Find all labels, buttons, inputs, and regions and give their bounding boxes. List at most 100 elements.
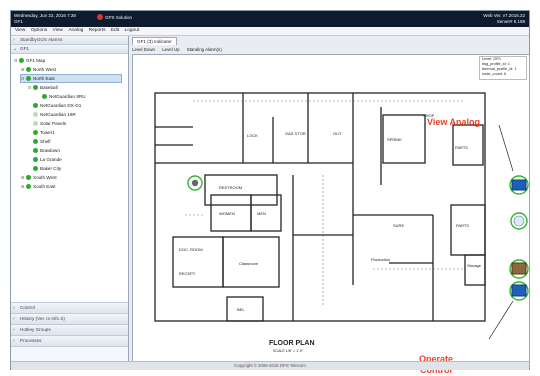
led-green-icon xyxy=(33,103,38,109)
tree-label: Baseball xyxy=(40,85,58,90)
room-label: GAS STOR xyxy=(285,131,306,136)
floor-plan-title: FLOOR PLAN xyxy=(269,340,315,347)
tree-node-tower1[interactable]: Tower1 xyxy=(33,129,55,136)
tree-label: Bowdown xyxy=(40,148,60,153)
brand-label: GPS Solution xyxy=(105,14,133,20)
user-label: GF1 xyxy=(14,18,23,24)
room-label: OUT xyxy=(333,131,342,136)
tree-node-shelf[interactable]: Shelf xyxy=(33,138,50,145)
led-green-icon xyxy=(26,175,31,181)
chevron-right-icon: › xyxy=(13,305,15,311)
section-hotkey-groups[interactable]: › Hotkey Groups xyxy=(11,325,128,336)
section-processes[interactable]: › Processes xyxy=(11,336,128,347)
app-window: Wednesday, Jun 22, 2016 7:38 GF1 GPS Sol… xyxy=(10,10,530,375)
tree-label: Solar Panels xyxy=(40,121,67,126)
chevron-right-icon: › xyxy=(13,327,15,333)
tree-label: South East xyxy=(33,184,56,189)
room-label: RESTROOM xyxy=(219,185,242,190)
menu-analog[interactable]: Analog xyxy=(68,27,83,35)
tree-node-baseball[interactable]: ⊟ Baseball xyxy=(28,84,58,91)
section-label: StandbyGOS Alarms xyxy=(20,37,63,42)
tab-strip: GF1 (3) Indicator xyxy=(132,37,177,45)
tree-node-gf1-map[interactable]: ⊟ GF1 Map xyxy=(14,57,45,64)
tree-node-north-west[interactable]: ⊞ North West xyxy=(21,66,56,73)
led-green-icon xyxy=(26,67,31,73)
title-left: Wednesday, Jun 22, 2016 7:38 GF1 xyxy=(14,13,76,24)
main-content: GF1 (3) Indicator Level Down Level Up St… xyxy=(130,36,530,375)
filter-bar: Level Down Level Up Standing Alarm(s) xyxy=(132,46,512,53)
tree-label: NetGuardian 16R xyxy=(40,112,76,117)
camera-icon[interactable] xyxy=(191,179,199,187)
room-label: WOMEN xyxy=(219,211,235,216)
menu-bar: View Options View Analog Reports Edit Lo… xyxy=(11,27,529,36)
menu-view-2[interactable]: View xyxy=(53,27,63,35)
led-green-icon xyxy=(26,184,31,190)
section-label: Hotkey Groups xyxy=(20,327,51,332)
title-right: Web Ver. v7.2016.22 Server# 6.198 xyxy=(483,13,525,24)
version-label: Server# 6.198 xyxy=(496,18,525,24)
analog-device-icon[interactable] xyxy=(511,179,527,191)
tree-label: Shelf xyxy=(40,139,51,144)
section-control[interactable]: › Control xyxy=(11,303,128,314)
room-label: SPRINK xyxy=(387,137,402,142)
led-light-icon xyxy=(33,121,38,127)
room-label: MEN xyxy=(257,211,266,216)
tab-gf1-indicator[interactable]: GF1 (3) Indicator xyxy=(132,37,177,45)
led-green-icon xyxy=(33,139,38,145)
floor-plan-canvas[interactable]: Level: GF0 dsg_profile_id: 1 thermal_pro… xyxy=(132,54,530,375)
tree-node-la-grande[interactable]: La Grande xyxy=(33,156,62,163)
tree-node-netguardian-8ru[interactable]: NetGuardian 8RU xyxy=(37,93,86,100)
menu-logout[interactable]: Logout xyxy=(125,27,140,35)
tree-label: NetGuardian 8RU xyxy=(49,94,86,99)
room-label: Classroom xyxy=(239,261,259,266)
status-bar: Copyright © 2006-2016 DPS Telecom xyxy=(11,361,529,370)
tree-label: Tower1 xyxy=(40,130,55,135)
tree-node-netguardian-dxg1[interactable]: NetGuardian DX-G1 xyxy=(33,102,81,109)
section-label: Processes xyxy=(20,338,42,343)
section-gf1[interactable]: ⌄ GF1 xyxy=(11,45,128,54)
room-label: RECEPT. xyxy=(179,271,196,276)
tree-label: NetGuardian DX-G1 xyxy=(40,103,82,108)
control-device-icon[interactable] xyxy=(511,262,527,275)
tree-node-south-east[interactable]: ⊞ South East xyxy=(21,183,55,190)
menu-reports[interactable]: Reports xyxy=(89,27,106,35)
tree-label: North East xyxy=(33,76,55,81)
room-label: SURE xyxy=(393,223,404,228)
led-green-icon xyxy=(26,76,31,82)
room-label: BEL xyxy=(237,307,245,312)
filter-level-down[interactable]: Level Down xyxy=(132,47,155,52)
section-history[interactable]: › History (Ver. In Info S) xyxy=(11,314,128,325)
menu-edit[interactable]: Edit xyxy=(111,27,119,35)
menu-options[interactable]: Options xyxy=(31,27,48,35)
operate-control-arrow xyxy=(488,300,514,340)
tree-node-solar-panels[interactable]: Solar Panels xyxy=(33,120,66,127)
filter-standing-alarms[interactable]: Standing Alarm(s) xyxy=(187,47,222,52)
view-analog-annotation: View Analog xyxy=(427,117,481,127)
operate-device-icon[interactable] xyxy=(511,284,527,297)
tree-node-baker-city[interactable]: Baker City xyxy=(33,165,61,172)
tree-node-north-east[interactable]: ⊟ North East xyxy=(20,74,122,83)
welcome-label: Web Ver. v7.2016.22 xyxy=(483,13,525,18)
room-label: Production xyxy=(371,257,390,262)
menu-view[interactable]: View xyxy=(15,27,25,35)
chevron-right-icon: › xyxy=(13,37,15,43)
smiley-face-icon[interactable] xyxy=(513,215,525,227)
led-light-icon xyxy=(33,112,38,118)
chevron-right-icon: › xyxy=(13,338,15,344)
view-analog-arrow xyxy=(498,124,514,172)
section-standby-alarms[interactable]: › StandbyGOS Alarms xyxy=(11,36,128,45)
tree-node-bowdown[interactable]: Bowdown xyxy=(33,147,60,154)
led-green-icon xyxy=(33,157,38,163)
led-green-icon xyxy=(33,130,38,136)
tree-label: Baker City xyxy=(40,166,62,171)
tree-node-netguardian-16r[interactable]: NetGuardian 16R xyxy=(33,111,76,118)
room-label: PARTS xyxy=(456,223,469,228)
room-label: DOC. ROOM xyxy=(179,247,203,252)
led-green-icon xyxy=(33,148,38,154)
filter-level-up[interactable]: Level Up xyxy=(162,47,179,52)
chevron-right-icon: › xyxy=(13,316,15,322)
tree-node-south-west[interactable]: ⊞ South West xyxy=(21,174,57,181)
device-tree: ⊟ GF1 Map ⊞ North West ⊟ North East ⊟ Baseba… xyxy=(11,54,128,303)
section-label: Control xyxy=(20,305,35,310)
tree-label: North West xyxy=(33,67,56,72)
